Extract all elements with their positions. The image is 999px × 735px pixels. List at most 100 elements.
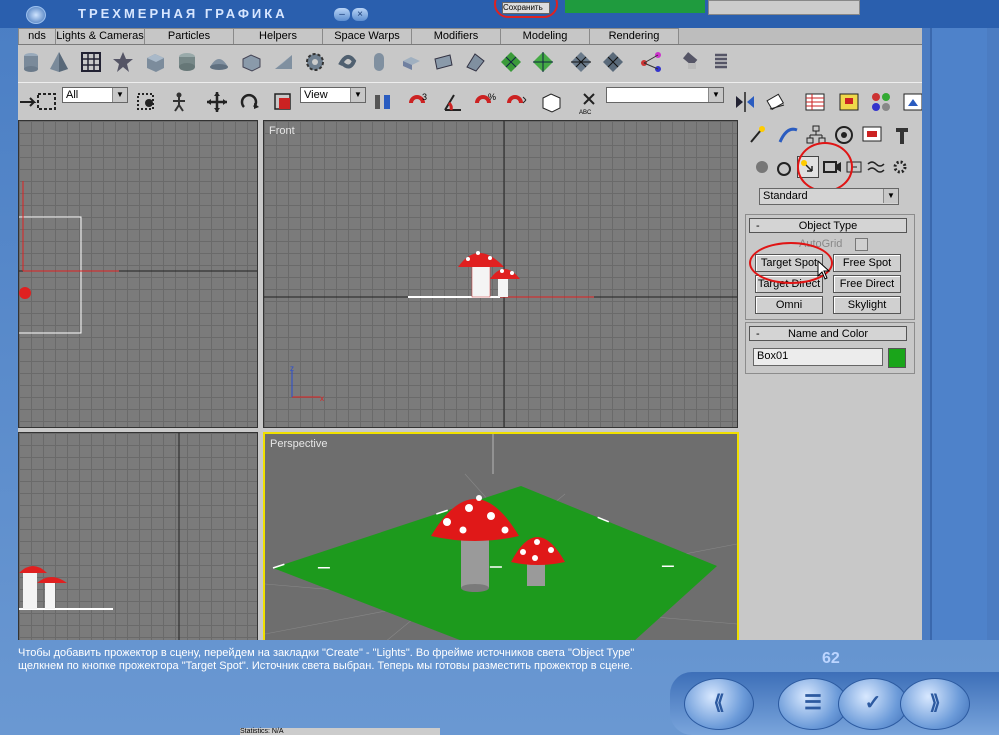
patch-grid-icon[interactable]: [500, 51, 522, 73]
tab-rendering[interactable]: Rendering: [589, 28, 679, 44]
tab-particles[interactable]: Particles: [144, 28, 234, 44]
cv-surface-icon[interactable]: [602, 51, 624, 73]
chevron-down-icon: ▼: [708, 88, 723, 102]
render-scene-icon[interactable]: [902, 91, 922, 113]
tri-patch-icon[interactable]: [532, 51, 554, 73]
background-panel: [708, 0, 860, 15]
rollout-toggle: -: [756, 220, 760, 232]
mirror-icon[interactable]: [734, 91, 756, 113]
tab-lights-cameras[interactable]: Lights & Cameras: [55, 28, 145, 44]
tab-objects[interactable]: nds: [18, 28, 56, 44]
spinner-snap-icon[interactable]: [506, 91, 528, 113]
object-color-swatch[interactable]: [888, 348, 906, 368]
check-button[interactable]: ✓: [838, 678, 908, 730]
align-icon[interactable]: [766, 91, 788, 113]
menu-icon: ☰: [804, 692, 822, 714]
named-selection-dropdown[interactable]: ▼: [606, 87, 724, 103]
angle-snap-icon[interactable]: [442, 91, 464, 113]
tab-modeling[interactable]: Modeling: [500, 28, 590, 44]
box-icon[interactable]: [144, 51, 166, 73]
space-warps-icon[interactable]: [865, 156, 887, 178]
percent-snap-icon[interactable]: %: [474, 91, 496, 113]
create-tab-icon[interactable]: [747, 124, 769, 146]
reference-coordinate-dropdown[interactable]: View ▼: [300, 87, 366, 103]
spring-icon[interactable]: [710, 51, 732, 73]
chevron-down-icon: ▼: [883, 189, 898, 203]
wedge-icon[interactable]: [272, 51, 294, 73]
navigation-bar: ⟪ ☰ ✓ ⟫: [670, 672, 999, 735]
viewport-top[interactable]: [18, 120, 258, 428]
object-name-field[interactable]: Box01: [753, 348, 883, 366]
geometry-icon[interactable]: [751, 156, 773, 178]
capsule-icon[interactable]: [368, 51, 390, 73]
shapes-icon[interactable]: [773, 156, 795, 178]
name-color-title: Name and Color: [787, 328, 869, 340]
next-button[interactable]: ⟫: [900, 678, 970, 730]
pivot-center-icon[interactable]: [372, 91, 394, 113]
schematic-view-icon[interactable]: [838, 91, 860, 113]
bone-icon[interactable]: [640, 51, 662, 73]
viewport-left[interactable]: [18, 432, 258, 640]
scale-icon[interactable]: [272, 91, 294, 113]
omni-button[interactable]: Omni: [755, 296, 823, 314]
forward-icon: ⟫: [929, 692, 941, 714]
status-bar: Statistics: N/A: [240, 728, 440, 735]
free-spot-button[interactable]: Free Spot: [833, 254, 901, 272]
named-selection-cube-icon[interactable]: [540, 91, 562, 113]
object-type-rollout[interactable]: - Object Type: [749, 218, 907, 233]
page-number: 62: [822, 650, 840, 667]
utilities-tab-icon[interactable]: [891, 124, 913, 146]
star-icon[interactable]: [112, 51, 134, 73]
axis-z-label: z: [290, 364, 294, 373]
rotate-icon[interactable]: [238, 91, 260, 113]
tube-icon[interactable]: [176, 51, 198, 73]
region-select-icon[interactable]: [36, 91, 58, 113]
previous-button[interactable]: ⟪: [684, 678, 754, 730]
close-button[interactable]: ×: [352, 8, 368, 21]
gear-icon[interactable]: [304, 51, 326, 73]
object-toolbar: [18, 45, 922, 81]
viewport-perspective[interactable]: Perspective: [263, 432, 739, 640]
command-panel: Standard ▼ - Object Type AutoGrid Target S…: [743, 120, 922, 640]
axis-x-label: x: [320, 394, 324, 403]
select-move-figure-icon[interactable]: [168, 91, 190, 113]
name-color-rollout[interactable]: - Name and Color: [749, 326, 907, 341]
pyramid-icon[interactable]: [48, 51, 70, 73]
main-toolbar: All ▼ View ▼ 3 % ABC ▼: [18, 82, 922, 121]
move-icon[interactable]: [206, 91, 228, 113]
object-name-value: Box01: [757, 350, 789, 362]
torus-knot-icon[interactable]: [336, 51, 358, 73]
viewport-left-content: [19, 433, 180, 640]
modify-tab-icon[interactable]: [777, 124, 799, 146]
minimize-button[interactable]: –: [334, 8, 350, 21]
tape-icon[interactable]: [678, 51, 700, 73]
viewport-front[interactable]: Front x z: [263, 120, 738, 428]
free-direct-button[interactable]: Free Direct: [833, 275, 901, 293]
prism-icon[interactable]: [464, 51, 486, 73]
snap-3d-icon[interactable]: 3: [408, 91, 430, 113]
category-value: Standard: [763, 190, 808, 202]
app-logo-icon: [26, 6, 46, 24]
c-ext-icon[interactable]: [432, 51, 454, 73]
chamfer-box-icon[interactable]: [240, 51, 262, 73]
chevron-down-icon: ▼: [112, 88, 127, 102]
dome-icon[interactable]: [208, 51, 230, 73]
autogrid-checkbox[interactable]: [855, 238, 868, 251]
select-by-name-icon[interactable]: [136, 91, 158, 113]
track-view-icon[interactable]: [804, 91, 826, 113]
cylinder-icon[interactable]: [20, 51, 42, 73]
tab-modifiers[interactable]: Modifiers: [411, 28, 501, 44]
material-editor-icon[interactable]: [870, 91, 892, 113]
rewind-icon: ⟪: [713, 692, 725, 714]
systems-icon[interactable]: [889, 156, 911, 178]
object-category-dropdown[interactable]: Standard ▼: [759, 188, 899, 205]
grid-icon[interactable]: [80, 51, 102, 73]
motion-tab-icon[interactable]: [833, 124, 855, 146]
selection-filter-dropdown[interactable]: All ▼: [62, 87, 128, 103]
l-ext-icon[interactable]: [400, 51, 422, 73]
tab-space-warps[interactable]: Space Warps: [322, 28, 412, 44]
tab-helpers[interactable]: Helpers: [233, 28, 323, 44]
skylight-button[interactable]: Skylight: [833, 296, 901, 314]
nurbs-surface-icon[interactable]: [570, 51, 592, 73]
display-tab-icon[interactable]: [861, 124, 883, 146]
